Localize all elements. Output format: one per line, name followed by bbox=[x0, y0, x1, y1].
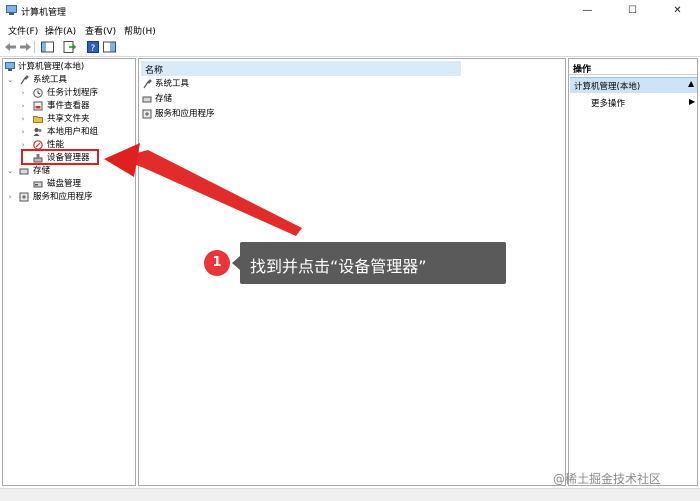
instruction-callout: 找到并点击“设备管理器” bbox=[240, 242, 506, 284]
callout-pointer bbox=[232, 256, 240, 270]
computer-management-window: 计算机管理 — ☐ ✕ 文件(F) 操作(A) 查看(V) 帮助(H) ? 计算… bbox=[0, 0, 700, 501]
step-number-badge: 1 bbox=[204, 250, 230, 276]
instruction-text: 找到并点击“设备管理器” bbox=[250, 257, 427, 276]
watermark-text: @稀土掘金技术社区 bbox=[553, 472, 662, 486]
